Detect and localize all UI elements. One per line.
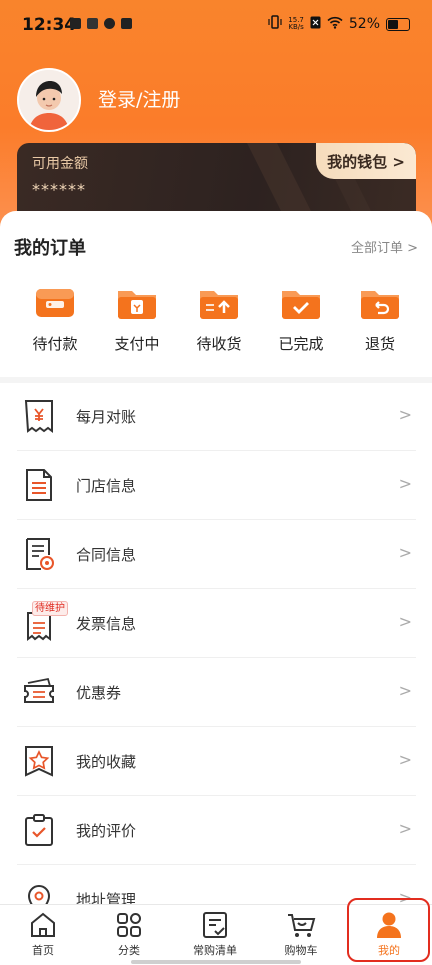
net-speed: 15.7 KB/s	[288, 17, 304, 31]
order-label: 已完成	[278, 335, 324, 353]
chevron-right-icon: >	[398, 543, 412, 562]
home-indicator[interactable]	[131, 960, 301, 964]
folder-check-icon	[280, 281, 322, 323]
chevron-right-icon: >	[398, 612, 412, 631]
menu-item-store-info[interactable]: 门店信息 >	[0, 451, 432, 520]
main-content: 我的订单 全部订单 > 待付款 支付中 待收货 已完成 退货 每月对账 > 门店…	[0, 211, 432, 904]
avatar[interactable]	[17, 68, 81, 132]
order-label: 待收货	[196, 335, 242, 353]
battery-percent: 52%	[348, 16, 380, 32]
sim-icon	[310, 16, 321, 33]
menu-item-label: 合同信息	[76, 546, 137, 564]
order-label: 退货	[364, 335, 395, 353]
menu-item-invoice-info[interactable]: 待维护 发票信息 >	[0, 589, 432, 658]
my-wallet-button[interactable]: 我的钱包 >	[316, 143, 416, 179]
order-label: 支付中	[114, 335, 160, 353]
notification-icons	[70, 18, 132, 29]
tab-label: 购物车	[284, 944, 318, 957]
pending-maintenance-badge: 待维护	[32, 601, 68, 616]
coupon-icon	[22, 674, 56, 710]
location-pin-icon	[22, 881, 56, 904]
status-right: 15.7 KB/s 52%	[268, 15, 410, 33]
app-notification-icon	[87, 18, 98, 29]
folder-pay-icon	[116, 281, 158, 323]
order-returns[interactable]: 退货	[340, 281, 420, 354]
list-check-icon	[200, 910, 230, 940]
service-menu: 每月对账 > 门店信息 > 合同信息 > 待维护 发票信息 > 优惠券 > 我的…	[0, 382, 432, 904]
mail-icon	[121, 18, 132, 29]
contract-icon	[22, 536, 56, 572]
orders-title: 我的订单	[14, 238, 86, 259]
app-notification-icon	[70, 18, 81, 29]
menu-item-label: 优惠券	[76, 684, 122, 702]
tab-frequent-list[interactable]: 常购清单	[172, 905, 258, 965]
vibrate-icon	[268, 15, 282, 33]
chevron-right-icon: >	[398, 750, 412, 769]
menu-item-reviews[interactable]: 我的评价 >	[0, 796, 432, 865]
battery-icon	[386, 17, 410, 31]
tab-category[interactable]: 分类	[86, 905, 172, 965]
menu-item-label: 我的评价	[76, 822, 137, 840]
menu-item-favorites[interactable]: 我的收藏 >	[0, 727, 432, 796]
app-notification-icon	[104, 18, 115, 29]
order-completed[interactable]: 已完成	[261, 281, 341, 354]
status-time: 12:34	[22, 15, 77, 35]
order-status-row: 待付款 支付中 待收货 已完成 退货	[0, 281, 432, 371]
all-orders-link[interactable]: 全部订单 >	[351, 237, 418, 256]
menu-item-label: 发票信息	[76, 615, 137, 633]
menu-item-label: 我的收藏	[76, 753, 137, 771]
menu-item-label: 地址管理	[76, 891, 137, 904]
wallet-card-icon	[34, 281, 76, 323]
home-icon	[28, 910, 58, 940]
net-speed-unit: KB/s	[288, 23, 304, 31]
chevron-right-icon: >	[398, 405, 412, 424]
cart-icon	[286, 910, 316, 940]
chevron-right-icon: >	[398, 681, 412, 700]
tab-label: 首页	[32, 944, 54, 957]
available-amount-label: 可用金额	[32, 156, 88, 172]
status-bar: 12:34 15.7 KB/s 52%	[0, 0, 432, 50]
tab-label: 分类	[118, 944, 140, 957]
menu-item-label: 门店信息	[76, 477, 137, 495]
profile-header: 12:34 15.7 KB/s 52% 登录/注册 可用金额 ****** 我的…	[0, 0, 432, 230]
tab-label: 常购清单	[193, 944, 237, 957]
folder-upload-icon	[198, 281, 240, 323]
wifi-icon	[327, 16, 343, 33]
tab-cart[interactable]: 购物车	[258, 905, 344, 965]
order-pending-payment[interactable]: 待付款	[15, 281, 95, 354]
star-bookmark-icon	[22, 743, 56, 779]
receipt-yen-icon	[22, 398, 56, 434]
document-icon	[22, 467, 56, 503]
available-amount-value[interactable]: ******	[32, 180, 86, 199]
chevron-right-icon: >	[398, 474, 412, 493]
grid-icon	[114, 910, 144, 940]
clipboard-check-icon	[22, 812, 56, 848]
login-register-link[interactable]: 登录/注册	[98, 85, 180, 112]
tab-home[interactable]: 首页	[0, 905, 86, 965]
menu-item-monthly-statement[interactable]: 每月对账 >	[0, 382, 432, 451]
order-awaiting-receipt[interactable]: 待收货	[179, 281, 259, 354]
active-tab-highlight	[347, 898, 430, 962]
menu-item-contract-info[interactable]: 合同信息 >	[0, 520, 432, 589]
order-label: 待付款	[32, 335, 78, 353]
folder-return-icon	[359, 281, 401, 323]
chevron-right-icon: >	[398, 819, 412, 838]
order-paying[interactable]: 支付中	[97, 281, 177, 354]
menu-item-coupons[interactable]: 优惠券 >	[0, 658, 432, 727]
menu-item-label: 每月对账	[76, 408, 137, 426]
